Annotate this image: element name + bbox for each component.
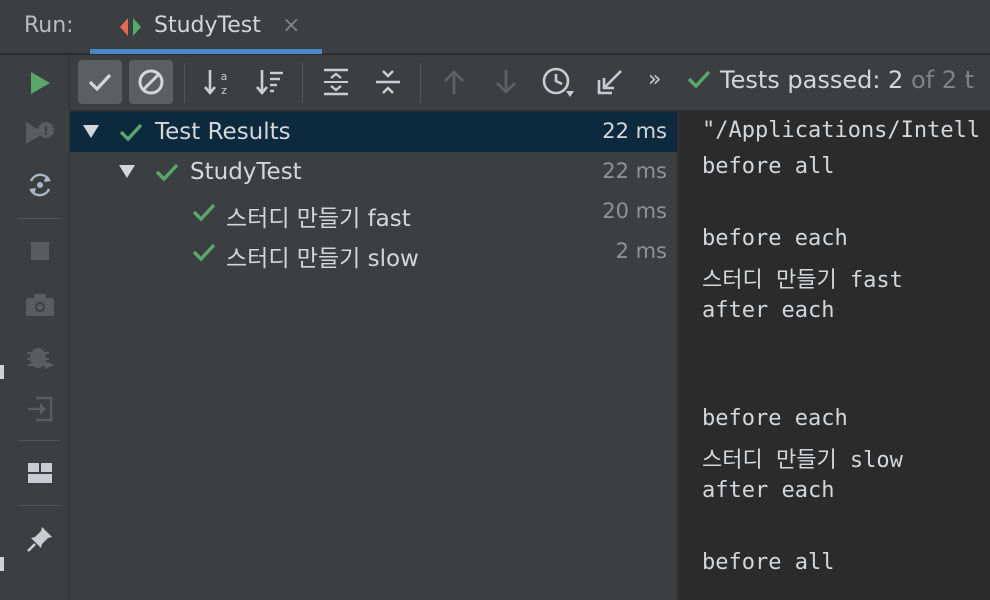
next-failed-test-button[interactable]	[484, 60, 528, 104]
test-status: Tests passed: 2 of 2 t	[686, 66, 974, 94]
edge-marker	[0, 557, 4, 571]
checkmark-icon	[192, 202, 216, 222]
clock-icon	[541, 66, 575, 98]
toolbar-separator	[18, 440, 60, 441]
tree-node-test-results[interactable]: Test Results 22 ms	[70, 112, 677, 152]
tree-node-label: 스터디 만들기 fast	[226, 206, 411, 232]
tests-total-text: of 2 t	[903, 66, 975, 94]
left-toolbar: !	[0, 55, 70, 600]
test-duration: 20 ms	[602, 199, 667, 223]
camera-icon[interactable]	[20, 285, 60, 325]
run-tool-window-header: Run: StudyTest ×	[0, 0, 990, 54]
layout-icon[interactable]	[20, 453, 60, 493]
close-icon[interactable]: ×	[282, 13, 300, 38]
checkmark-icon	[87, 71, 113, 93]
toolbar-separator	[420, 63, 421, 103]
rerun-icon[interactable]	[20, 63, 60, 103]
console-line: before all	[702, 154, 835, 179]
console-line: before each	[702, 226, 848, 251]
expand-arrow-icon[interactable]	[118, 162, 136, 180]
show-ignored-button[interactable]	[129, 60, 173, 104]
svg-text:!: !	[43, 124, 48, 138]
console-line: before each	[702, 406, 848, 431]
checkmark-icon	[687, 70, 711, 89]
tree-node-test-slow[interactable]: 스터디 만들기 slow 2 ms	[70, 232, 677, 272]
test-runner-toolbar: a z » Tests passed: 2 of 2 t	[70, 55, 990, 111]
checkmark-icon	[119, 122, 143, 142]
svg-text:z: z	[221, 84, 227, 97]
debug-icon[interactable]	[20, 337, 60, 377]
expand-arrow-icon[interactable]	[82, 122, 100, 140]
toolbar-separator	[18, 505, 60, 506]
previous-failed-test-button[interactable]	[432, 60, 476, 104]
toggle-auto-test-icon[interactable]	[20, 165, 60, 205]
test-history-button[interactable]	[536, 60, 580, 104]
test-duration: 22 ms	[602, 159, 667, 183]
run-label: Run:	[24, 13, 74, 38]
test-duration: 2 ms	[615, 239, 667, 263]
console-line: 스터디 만들기 slow	[702, 448, 903, 473]
stop-icon[interactable]	[20, 231, 60, 271]
expand-all-icon	[322, 67, 350, 97]
tree-node-test-fast[interactable]: 스터디 만들기 fast 20 ms	[70, 192, 677, 232]
console-line: after each	[702, 298, 835, 323]
arrow-up-icon	[442, 68, 466, 96]
expand-all-button[interactable]	[314, 60, 358, 104]
console-line: 스터디 만들기 fast	[702, 268, 903, 293]
sort-by-duration-button[interactable]	[248, 60, 292, 104]
svg-text:a: a	[221, 70, 228, 83]
exit-icon[interactable]	[20, 389, 60, 429]
ignored-icon	[137, 68, 165, 96]
tree-node-label: Test Results	[155, 119, 291, 145]
run-config-icon	[118, 16, 144, 38]
edge-marker	[0, 365, 4, 379]
tab-studytest[interactable]: StudyTest ×	[90, 0, 322, 54]
toolbar-separator	[302, 63, 303, 103]
console-output[interactable]: "/Applications/Intell before all before …	[678, 112, 990, 600]
import-tests-button[interactable]	[588, 60, 632, 104]
checkmark-icon	[155, 162, 179, 182]
test-tree: Test Results 22 ms StudyTest 22 ms 스터디 만…	[70, 112, 677, 600]
tab-label: StudyTest	[154, 13, 261, 38]
collapse-all-button[interactable]	[366, 60, 410, 104]
rerun-failed-icon[interactable]: !	[20, 113, 60, 153]
import-icon	[596, 68, 624, 96]
toolbar-separator	[184, 63, 185, 103]
show-passed-button[interactable]	[78, 60, 122, 104]
test-duration: 22 ms	[602, 119, 667, 143]
collapse-all-icon	[374, 67, 402, 97]
console-line: before all	[702, 550, 835, 575]
tree-node-label: 스터디 만들기 slow	[226, 246, 419, 272]
active-tab-indicator	[90, 49, 322, 54]
checkmark-icon	[192, 242, 216, 262]
tests-passed-text: Tests passed: 2	[720, 66, 904, 94]
arrow-down-icon	[494, 68, 518, 96]
toolbar-separator	[18, 218, 60, 219]
console-line: "/Applications/Intell	[702, 118, 981, 143]
sort-alphabetically-icon: a z	[203, 67, 233, 97]
console-line: after each	[702, 478, 835, 503]
tree-node-studytest[interactable]: StudyTest 22 ms	[70, 152, 677, 192]
sort-by-duration-icon	[255, 67, 285, 97]
sort-alphabetically-button[interactable]: a z	[196, 60, 240, 104]
tree-node-label: StudyTest	[190, 159, 302, 185]
pin-icon[interactable]	[20, 519, 60, 559]
more-actions-button[interactable]: »	[648, 67, 661, 92]
